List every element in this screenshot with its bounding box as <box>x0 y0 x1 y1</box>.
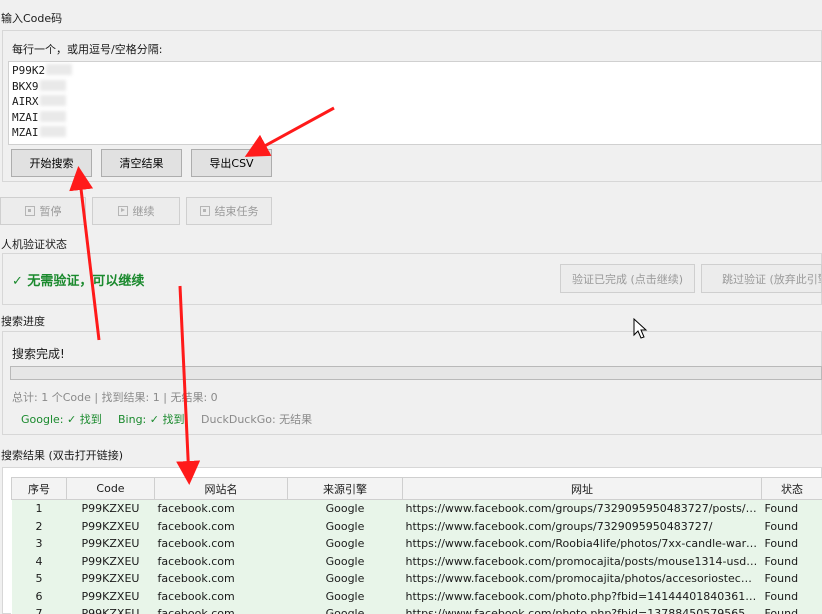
cell-url: https://www.facebook.com/promocajita/pos… <box>402 552 762 570</box>
cell-status: Found <box>761 605 822 614</box>
cell-engine: Google <box>287 605 403 614</box>
table-row[interactable]: 6 P99KZXEU facebook.com Google https://w… <box>11 587 822 605</box>
cell-site-name: facebook.com <box>154 605 288 614</box>
captcha-skip-button[interactable]: 跳过验证 (放弃此引擎 <box>701 264 822 293</box>
engine-bing-status: Bing: ✓ 找到 <box>118 413 185 426</box>
engine-google-status: Google: ✓ 找到 <box>21 413 102 426</box>
captcha-section-title: 人机验证状态 <box>1 238 67 251</box>
cell-url: https://www.facebook.com/photo.php?fbid=… <box>402 587 762 605</box>
table-row[interactable]: 7 P99KZXEU facebook.com Google https://w… <box>11 605 822 614</box>
progress-bar <box>10 366 822 380</box>
cell-code: P99KZXEU <box>66 535 155 553</box>
table-row[interactable]: 2 P99KZXEU facebook.com Google https://w… <box>11 517 822 535</box>
export-csv-button[interactable]: 导出CSV <box>191 149 272 177</box>
code-input-textarea[interactable]: P99K2 BKX9 AIRX MZAI MZAI <box>8 61 822 145</box>
results-section-title: 搜索结果 (双击打开链接) <box>1 449 124 462</box>
cell-code: P99KZXEU <box>66 517 155 535</box>
play-icon <box>117 206 128 216</box>
cell-url: https://www.facebook.com/photo.php?fbid=… <box>402 605 762 614</box>
cell-status: Found <box>761 587 822 605</box>
cell-status: Found <box>761 570 822 588</box>
cell-site-name: facebook.com <box>154 499 288 518</box>
code-line: P99K2 <box>12 63 818 79</box>
code-line: BKX9 <box>12 79 818 95</box>
captcha-verified-button[interactable]: 验证已完成 (点击继续) <box>560 264 695 293</box>
end-task-button[interactable]: 结束任务 <box>186 197 272 225</box>
results-table: 序号 Code 网站名 来源引擎 网址 状态 1 P99KZXEU facebo… <box>11 477 822 614</box>
cell-index: 3 <box>11 535 67 553</box>
cell-site-name: facebook.com <box>154 552 288 570</box>
col-header-site-name[interactable]: 网站名 <box>154 477 288 500</box>
results-table-container: 序号 Code 网站名 来源引擎 网址 状态 1 P99KZXEU facebo… <box>11 477 822 614</box>
table-row[interactable]: 4 P99KZXEU facebook.com Google https://w… <box>11 552 822 570</box>
cell-code: P99KZXEU <box>66 605 155 614</box>
code-line: MZAI <box>12 110 818 126</box>
cell-site-name: facebook.com <box>154 517 288 535</box>
cell-engine: Google <box>287 499 403 518</box>
cell-site-name: facebook.com <box>154 535 288 553</box>
input-hint: 每行一个，或用逗号/空格分隔: <box>12 43 163 56</box>
start-search-button[interactable]: 开始搜索 <box>11 149 92 177</box>
col-header-status[interactable]: 状态 <box>761 477 822 500</box>
cell-index: 2 <box>11 517 67 535</box>
cell-engine: Google <box>287 570 403 588</box>
cell-site-name: facebook.com <box>154 587 288 605</box>
table-row[interactable]: 3 P99KZXEU facebook.com Google https://w… <box>11 535 822 553</box>
results-header-row: 序号 Code 网站名 来源引擎 网址 状态 <box>11 477 822 500</box>
engine-ddg-status: DuckDuckGo: 无结果 <box>201 413 313 426</box>
cell-status: Found <box>761 499 822 518</box>
resume-button[interactable]: 继续 <box>92 197 180 225</box>
input-section-title: 输入Code码 <box>1 12 63 25</box>
cell-status: Found <box>761 535 822 553</box>
code-line: MZAI <box>12 125 818 141</box>
cell-engine: Google <box>287 587 403 605</box>
cell-status: Found <box>761 517 822 535</box>
cell-url: https://www.facebook.com/groups/73290959… <box>402 517 762 535</box>
table-row[interactable]: 5 P99KZXEU facebook.com Google https://w… <box>11 570 822 588</box>
cell-engine: Google <box>287 517 403 535</box>
progress-summary: 总计: 1 个Code | 找到结果: 1 | 无结果: 0 <box>12 391 218 404</box>
cell-index: 7 <box>11 605 67 614</box>
pause-icon <box>24 206 35 216</box>
clear-results-button[interactable]: 清空结果 <box>101 149 182 177</box>
cell-status: Found <box>761 552 822 570</box>
code-line: AIRX <box>12 94 818 110</box>
cell-index: 5 <box>11 570 67 588</box>
cell-engine: Google <box>287 535 403 553</box>
cell-index: 1 <box>11 499 67 518</box>
col-header-index[interactable]: 序号 <box>11 477 67 500</box>
cell-index: 4 <box>11 552 67 570</box>
cell-code: P99KZXEU <box>66 587 155 605</box>
cell-code: P99KZXEU <box>66 570 155 588</box>
col-header-code[interactable]: Code <box>66 477 155 500</box>
stop-icon <box>199 206 210 216</box>
progress-status: 搜索完成! <box>12 347 65 361</box>
cell-url: https://www.facebook.com/Roobia4life/pho… <box>402 535 762 553</box>
cell-url: https://www.facebook.com/promocajita/pho… <box>402 570 762 588</box>
captcha-status: ✓ 无需验证，可以继续 <box>12 274 145 289</box>
cell-code: P99KZXEU <box>66 499 155 518</box>
cell-url: https://www.facebook.com/groups/73290959… <box>402 499 762 518</box>
progress-section-title: 搜索进度 <box>1 315 45 328</box>
col-header-url[interactable]: 网址 <box>402 477 762 500</box>
cell-index: 6 <box>11 587 67 605</box>
cell-code: P99KZXEU <box>66 552 155 570</box>
table-row[interactable]: 1 P99KZXEU facebook.com Google https://w… <box>11 499 822 518</box>
cell-engine: Google <box>287 552 403 570</box>
col-header-engine[interactable]: 来源引擎 <box>287 477 403 500</box>
pause-button[interactable]: 暂停 <box>0 197 86 225</box>
cell-site-name: facebook.com <box>154 570 288 588</box>
